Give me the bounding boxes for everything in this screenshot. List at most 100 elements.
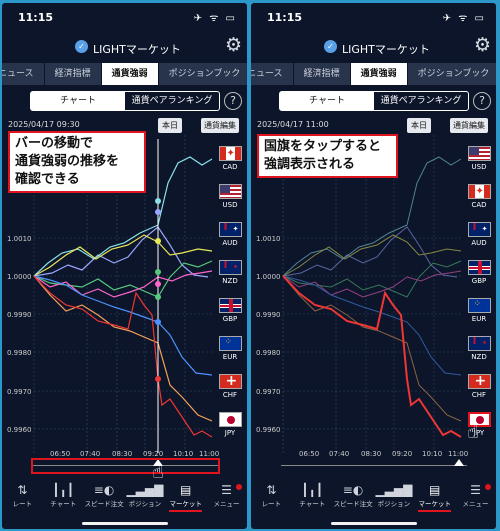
flag-cad[interactable]: ✦ CAD xyxy=(215,146,245,171)
flag-aud[interactable]: ✦ AUD xyxy=(215,222,245,247)
slider-highlight-box xyxy=(31,458,220,474)
bars-icon: ▁▃▅▇ xyxy=(126,483,164,497)
today-button[interactable]: 本日 xyxy=(158,118,182,133)
series-line-eur xyxy=(33,226,209,278)
segment-chart[interactable]: チャート xyxy=(31,92,125,110)
x-tick: 08:30 xyxy=(112,450,132,458)
flag-chf[interactable]: + CHF xyxy=(464,374,494,399)
app-header: ✓ LIGHTマーケット ⚙ xyxy=(251,31,496,63)
bottom-nav: ⇅ レート ┃╻┃ チャート ≡◐ スピード注文 ▁▃▅▇ ポジション ▤ マーケット ☰… xyxy=(251,480,496,514)
flag-cad[interactable]: ✦ CAD xyxy=(464,184,494,209)
arrows-icon: ⇅ xyxy=(266,483,277,497)
nav-speed-order[interactable]: ≡◐ スピード注文 xyxy=(84,480,125,514)
y-tick: 1.0000 xyxy=(7,273,32,281)
annotation-line: 通貨強弱の推移を xyxy=(15,154,120,169)
bars-icon: ▁▃▅▇ xyxy=(375,483,413,497)
tab-news[interactable]: ニュース xyxy=(2,63,45,85)
gear-icon[interactable]: ⚙ xyxy=(225,34,242,56)
x-tick: 08:30 xyxy=(361,450,381,458)
tab-indicators[interactable]: 経済指標 xyxy=(45,63,102,85)
nav-market[interactable]: ▤ マーケット xyxy=(414,480,455,514)
nav-position[interactable]: ▁▃▅▇ ポジション xyxy=(373,480,414,514)
cursor-dot xyxy=(155,198,161,204)
nav-menu[interactable]: ☰ メニュー xyxy=(455,480,496,514)
cursor-dot xyxy=(155,281,161,287)
status-icons: ✈ ᯤ ▭ xyxy=(193,13,237,24)
nav-chart[interactable]: ┃╻┃ チャート xyxy=(292,480,333,514)
segment-chart[interactable]: チャート xyxy=(280,92,374,110)
flag-eur[interactable]: ⁘ EUR xyxy=(464,298,494,323)
candle-icon: ┃╻┃ xyxy=(301,483,324,497)
cursor-dot xyxy=(155,238,161,244)
x-tick: 09:20 xyxy=(143,450,163,458)
time-slider-track[interactable] xyxy=(281,465,467,466)
flag-gbp[interactable]: GBP xyxy=(215,298,245,323)
nav-menu[interactable]: ☰ メニュー xyxy=(206,480,247,514)
cursor-dot xyxy=(155,269,161,275)
x-tick: 11:00 xyxy=(448,450,468,458)
annotation-box: バーの移動で 通貨強弱の推移を 確認できる xyxy=(8,131,146,193)
slider-thumb[interactable] xyxy=(454,459,464,466)
gear-icon[interactable]: ⚙ xyxy=(474,34,491,56)
view-segment: チャート 通貨ペアランキング xyxy=(30,91,220,111)
candle-icon: ┃╻┃ xyxy=(52,483,75,497)
flag-eur[interactable]: ⁘ EUR xyxy=(215,336,245,361)
flag-aud[interactable]: ✦ AUD xyxy=(464,222,494,247)
cursor-dot xyxy=(155,376,161,382)
flag-nzd[interactable]: ✦ NZD xyxy=(464,336,494,361)
edit-currency-button[interactable]: 通貨編集 xyxy=(450,118,488,133)
tab-indicators[interactable]: 経済指標 xyxy=(294,63,351,85)
series-line-cad xyxy=(33,275,213,376)
y-tick: 0.9990 xyxy=(7,311,32,319)
nav-rate[interactable]: ⇅ レート xyxy=(2,480,43,514)
annotation-line: 強調表示される xyxy=(264,157,356,172)
flag-chf[interactable]: + CHF xyxy=(215,374,245,399)
status-time: 11:15 xyxy=(267,11,303,24)
flag-jpy[interactable]: JPY xyxy=(215,412,245,437)
speed-order-icon: ≡◐ xyxy=(342,483,364,497)
currency-strength-chart[interactable]: 1.0010 1.0000 0.9990 0.9980 0.9970 0.996… xyxy=(251,135,496,460)
left-screen: 11:15 ✈ ᯤ ▭ ✓ LIGHTマーケット ⚙ ニュース 経済指標 通貨強… xyxy=(2,3,247,529)
segment-ranking[interactable]: 通貨ペアランキング xyxy=(374,92,468,110)
tab-position-book[interactable]: ポジションブック xyxy=(408,63,496,85)
tab-bar: ニュース 経済指標 通貨強弱 ポジションブック xyxy=(251,63,496,85)
segment-ranking[interactable]: 通貨ペアランキング xyxy=(125,92,219,110)
view-segment: チャート 通貨ペアランキング xyxy=(279,91,469,111)
x-tick: 09:20 xyxy=(392,450,412,458)
status-icons: ✈ ᯤ ▭ xyxy=(442,13,486,24)
flag-usd[interactable]: USD xyxy=(464,146,494,171)
cursor-dot xyxy=(155,209,161,215)
home-indicator xyxy=(331,522,417,525)
tab-currency-strength[interactable]: 通貨強弱 xyxy=(101,63,159,85)
chart-datetime: 2025/04/17 11:00 xyxy=(257,120,329,129)
nav-speed-order[interactable]: ≡◐ スピード注文 xyxy=(333,480,374,514)
y-tick: 0.9980 xyxy=(256,349,281,357)
y-tick: 1.0010 xyxy=(256,235,281,243)
status-bar: 11:15 ✈ ᯤ ▭ xyxy=(2,3,247,27)
help-icon[interactable]: ? xyxy=(224,92,242,110)
newspaper-icon: ▤ xyxy=(429,483,441,497)
app-title: LIGHTマーケット xyxy=(93,43,181,56)
nav-chart[interactable]: ┃╻┃ チャート xyxy=(43,480,84,514)
annotation-line: バーの移動で xyxy=(15,136,94,151)
cursor-dot xyxy=(155,319,161,325)
nav-rate[interactable]: ⇅ レート xyxy=(251,480,292,514)
nav-market[interactable]: ▤ マーケット xyxy=(165,480,206,514)
home-indicator xyxy=(82,522,168,525)
flag-usd[interactable]: USD xyxy=(215,184,245,209)
arrows-icon: ⇅ xyxy=(17,483,28,497)
x-tick: 07:40 xyxy=(80,450,100,458)
today-button[interactable]: 本日 xyxy=(407,118,431,133)
flag-nzd[interactable]: ✦ NZD xyxy=(215,260,245,285)
flag-gbp[interactable]: GBP xyxy=(464,260,494,285)
edit-currency-button[interactable]: 通貨編集 xyxy=(201,118,239,133)
series-line-cad xyxy=(282,275,462,376)
app-logo-icon: ✓ xyxy=(75,40,88,53)
tab-currency-strength[interactable]: 通貨強弱 xyxy=(350,63,408,85)
help-icon[interactable]: ? xyxy=(473,92,491,110)
tab-news[interactable]: ニュース xyxy=(251,63,294,85)
cursor-dot xyxy=(155,294,161,300)
newspaper-icon: ▤ xyxy=(180,483,192,497)
nav-position[interactable]: ▁▃▅▇ ポジション xyxy=(124,480,165,514)
tab-position-book[interactable]: ポジションブック xyxy=(159,63,247,85)
